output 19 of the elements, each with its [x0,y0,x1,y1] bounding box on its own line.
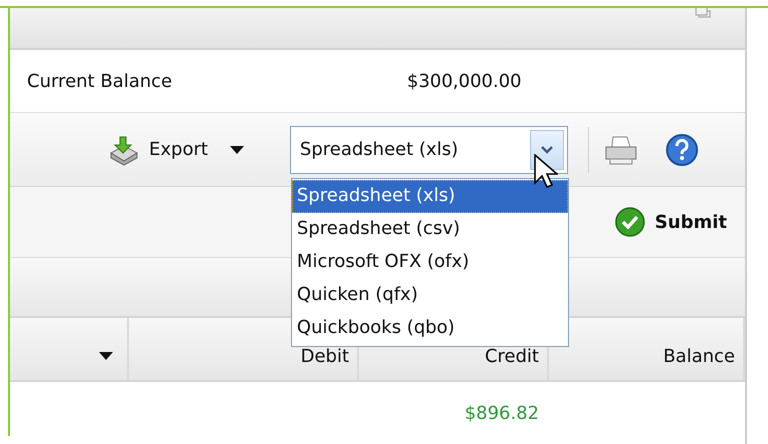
caret-icon[interactable] [99,352,113,360]
balance-amount: $300,000.00 [407,70,522,92]
format-select[interactable]: Spreadsheet (xls) [290,126,568,174]
export-button[interactable]: Export [107,132,244,166]
chevron-down-icon [540,144,554,154]
balance-label: Current Balance [26,70,174,92]
table-cell-text: $896.82 [464,402,540,426]
help-icon[interactable] [664,132,699,166]
dropdown-option[interactable]: Quickbooks (qbo) [292,312,568,344]
column-header[interactable]: Debit [300,346,349,366]
caret-icon [230,146,244,154]
submit-button[interactable]: Submit [614,207,727,237]
column-header[interactable]: Credit [484,346,539,366]
column-header[interactable]: Balance [663,346,735,366]
dropdown-option[interactable]: Spreadsheet (csv) [292,212,568,246]
dropdown-option[interactable]: Microsoft OFX (ofx) [292,246,568,278]
check-icon [614,207,645,237]
dropdown-option[interactable]: Spreadsheet (xls) [292,180,568,212]
select-value: Spreadsheet (xls) [300,139,460,160]
